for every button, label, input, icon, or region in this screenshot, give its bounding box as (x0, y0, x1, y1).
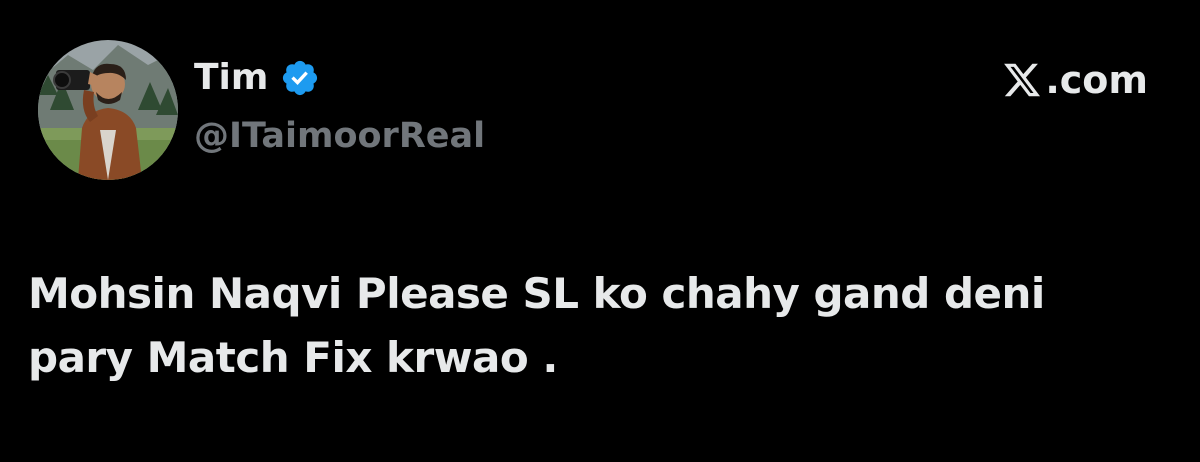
brand-domain: .com (1045, 58, 1148, 102)
avatar-photo (38, 40, 178, 180)
author-handle[interactable]: @ITaimoorReal (194, 112, 485, 160)
x-logo-icon (1001, 60, 1043, 100)
tweet-card: Tim @ITaimoorReal .com Mohsin Naqvi Plea… (0, 0, 1200, 462)
brand-link[interactable]: .com (1001, 56, 1148, 104)
display-name[interactable]: Tim (194, 56, 268, 100)
tweet-text: Mohsin Naqvi Please SL ko chahy gand den… (28, 269, 1045, 382)
author-name-row: Tim (194, 52, 320, 104)
verified-badge-icon (280, 58, 320, 98)
avatar[interactable] (38, 40, 178, 180)
